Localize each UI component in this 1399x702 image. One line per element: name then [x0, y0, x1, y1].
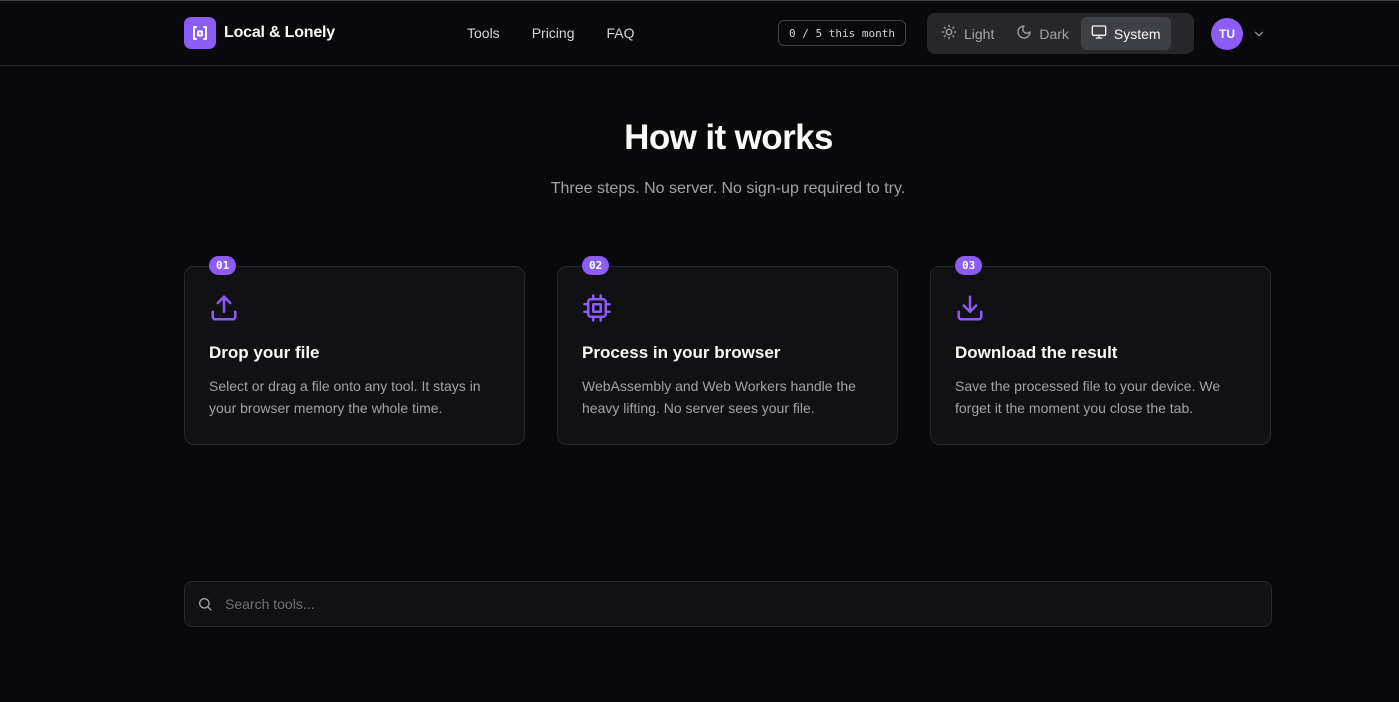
step-card: 02 Process in your browser WebAssembly a… [557, 256, 898, 445]
step-number-badge: 03 [955, 256, 983, 275]
step-card: 03 Download the result Save the processe… [930, 256, 1271, 445]
nav-tools[interactable]: Tools [467, 25, 500, 41]
brand-name: Local & Lonely [224, 24, 335, 41]
theme-system-button[interactable]: System [1080, 17, 1171, 50]
tool-search [184, 581, 1272, 627]
theme-light-button[interactable]: Light [931, 17, 1004, 50]
theme-dark-button[interactable]: Dark [1006, 17, 1079, 50]
step-number-badge: 01 [209, 256, 237, 275]
download-icon [955, 293, 985, 323]
chevron-down-icon[interactable] [1252, 27, 1266, 41]
step-title: Process in your browser [582, 343, 781, 362]
search-input[interactable] [225, 582, 1255, 626]
brand-link[interactable]: Local & Lonely [184, 17, 335, 49]
theme-light-label: Light [964, 25, 995, 42]
step-card: 01 Drop your file Select or drag a file … [184, 256, 525, 445]
user-avatar[interactable]: TU [1211, 18, 1243, 50]
step-description: Select or drag a file onto any tool. It … [209, 378, 481, 416]
step-title: Drop your file [209, 343, 320, 362]
sun-icon [941, 24, 957, 43]
page-title: How it works [624, 118, 833, 157]
main-nav: Tools Pricing FAQ [467, 25, 635, 41]
step-description: WebAssembly and Web Workers handle the h… [582, 378, 856, 416]
site-header: Local & Lonely Tools Pricing FAQ 0 / 5 t… [0, 1, 1399, 66]
step-description: Save the processed file to your device. … [955, 378, 1221, 416]
step-title: Download the result [955, 343, 1118, 362]
upload-icon [209, 293, 239, 323]
usage-counter: 0 / 5 this month [778, 20, 906, 46]
theme-toggle: Light Dark System [927, 13, 1194, 54]
nav-pricing[interactable]: Pricing [532, 25, 575, 41]
cpu-icon [582, 293, 612, 323]
steps-list: 01 Drop your file Select or drag a file … [184, 256, 1271, 445]
nav-faq[interactable]: FAQ [606, 25, 634, 41]
step-number-badge: 02 [582, 256, 610, 275]
monitor-icon [1091, 24, 1107, 43]
moon-icon [1016, 24, 1032, 43]
theme-dark-label: Dark [1039, 25, 1069, 42]
theme-system-label: System [1113, 25, 1161, 42]
logo-icon [184, 17, 216, 49]
page-subtitle: Three steps. No server. No sign-up requi… [550, 180, 906, 197]
